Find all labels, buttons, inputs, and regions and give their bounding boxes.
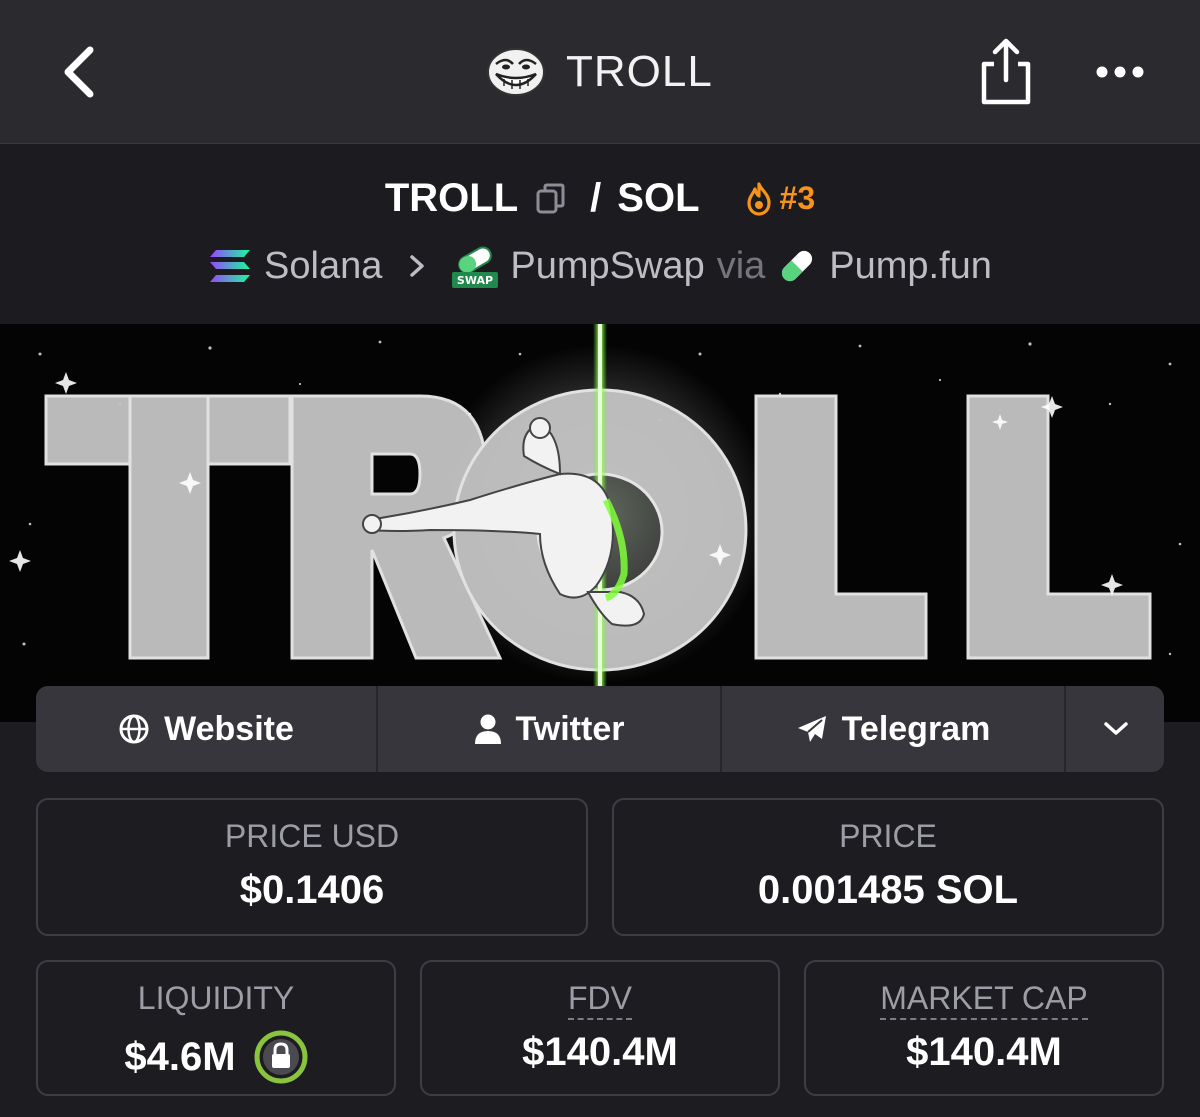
svg-text:SWAP: SWAP: [457, 274, 493, 287]
website-label: Website: [164, 709, 294, 748]
price-usd-value: $0.1406: [239, 868, 385, 912]
market-cap-label: MARKET CAP: [880, 980, 1088, 1020]
price-native-value: 0.001485 SOL: [757, 868, 1019, 912]
more-icon: [1096, 66, 1144, 78]
user-icon: [474, 714, 501, 744]
share-button[interactable]: [976, 36, 1036, 108]
fdv-label-wrap: FDV: [422, 980, 778, 1020]
pair-header: TROLL / SOL #3 Solana SWAP PumpSwap via …: [0, 144, 1200, 324]
lock-icon[interactable]: [254, 1030, 308, 1084]
pair-row: TROLL / SOL #3: [0, 176, 1200, 221]
rank-text: #3: [779, 180, 816, 216]
page-title: TROLL: [566, 47, 713, 96]
header-title-group: TROLL: [486, 42, 713, 102]
back-button[interactable]: [52, 40, 112, 104]
share-icon: [981, 38, 1031, 105]
price-native-label: PRICE: [839, 818, 937, 854]
globe-icon: [119, 714, 149, 744]
telegram-button[interactable]: Telegram: [722, 686, 1066, 772]
price-native-card: PRICE 0.001485 SOL: [612, 798, 1164, 936]
links-dropdown-button[interactable]: [1066, 686, 1164, 772]
troll-face-icon: [487, 48, 545, 96]
market-cap-value: $140.4M: [906, 1030, 1062, 1074]
via-text: via: [716, 244, 766, 287]
price-usd-card: PRICE USD $0.1406: [36, 798, 588, 936]
flame-icon: [746, 181, 771, 216]
fdv-card[interactable]: FDV $140.4M: [420, 960, 780, 1096]
trending-rank-badge[interactable]: #3: [744, 180, 816, 217]
launchpad-name: Pump.fun: [829, 244, 992, 287]
telegram-icon: [797, 716, 826, 742]
dex-name: PumpSwap: [510, 244, 705, 287]
pair-quote-symbol: SOL: [617, 176, 700, 220]
chevron-down-icon: [1104, 722, 1128, 735]
chain-link[interactable]: Solana: [208, 245, 382, 288]
token-banner-image: [0, 324, 1200, 722]
fdv-label: FDV: [568, 980, 632, 1020]
social-links-bar: Website Twitter Telegram: [36, 686, 1164, 772]
chevron-right-icon: [410, 255, 425, 277]
website-button[interactable]: Website: [36, 686, 378, 772]
back-icon: [64, 46, 94, 98]
top-bar: TROLL: [0, 0, 1200, 144]
market-cap-card[interactable]: MARKET CAP $140.4M: [804, 960, 1164, 1096]
pill-icon: [782, 250, 813, 282]
banner-art: [0, 324, 1200, 722]
twitter-button[interactable]: Twitter: [378, 686, 722, 772]
pair-base-symbol: TROLL: [384, 176, 519, 220]
liquidity-value: $4.6M: [124, 1034, 236, 1079]
copy-icon[interactable]: [534, 182, 568, 216]
fdv-value: $140.4M: [522, 1030, 678, 1074]
route-row: Solana SWAP PumpSwap via Pump.fun: [0, 244, 1200, 288]
solana-icon: [210, 250, 251, 282]
pair-separator: /: [590, 176, 602, 220]
launchpad-link[interactable]: Pump.fun: [777, 245, 992, 288]
market-cap-label-wrap: MARKET CAP: [806, 980, 1162, 1020]
price-usd-label: PRICE USD: [224, 818, 400, 854]
liquidity-value-row: $4.6M: [38, 1030, 394, 1084]
pumpswap-icon: SWAP: [452, 246, 499, 288]
liquidity-label: LIQUIDITY: [137, 980, 295, 1016]
twitter-label: Twitter: [515, 709, 625, 748]
dex-link[interactable]: SWAP PumpSwap: [452, 244, 705, 288]
liquidity-card: LIQUIDITY $4.6M: [36, 960, 396, 1096]
chain-name: Solana: [264, 244, 383, 287]
more-options-button[interactable]: [1092, 52, 1152, 92]
telegram-label: Telegram: [841, 709, 991, 748]
